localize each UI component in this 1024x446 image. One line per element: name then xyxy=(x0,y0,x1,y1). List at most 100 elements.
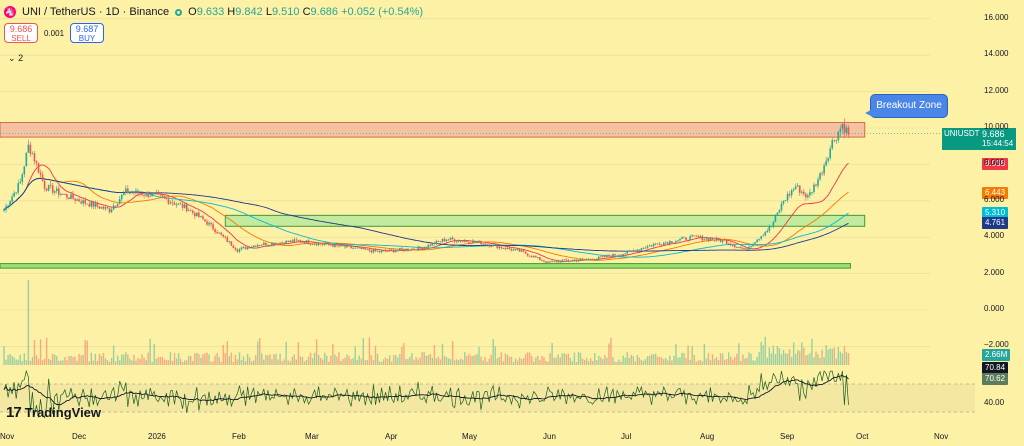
candle xyxy=(612,254,614,258)
candle xyxy=(94,203,97,207)
volume-bar xyxy=(709,360,712,365)
candle xyxy=(711,238,714,240)
volume-bar xyxy=(583,360,586,365)
tradingview-logo[interactable]: 17 TradingView xyxy=(6,404,101,421)
volume-bar xyxy=(646,356,649,365)
volume-bar xyxy=(11,356,13,365)
sell-button[interactable]: 9.686 SELL xyxy=(4,23,38,43)
volume-bar xyxy=(186,360,188,365)
volume-bar xyxy=(372,360,375,365)
volume-bar xyxy=(445,357,448,365)
candle xyxy=(608,255,610,257)
volume-bar xyxy=(734,357,736,365)
candle xyxy=(829,148,832,159)
volume-bar xyxy=(413,359,415,365)
volume-bar xyxy=(592,361,594,365)
volume-bar xyxy=(246,353,249,365)
volume-bar xyxy=(600,357,602,365)
candle xyxy=(774,215,777,222)
candle xyxy=(435,240,438,244)
volume-bar xyxy=(466,355,468,365)
candle xyxy=(565,259,568,261)
candle xyxy=(271,242,273,246)
volume-bar xyxy=(271,359,273,365)
candle xyxy=(382,250,385,252)
volume-bar xyxy=(587,361,590,365)
candle xyxy=(794,186,797,190)
candle xyxy=(476,242,478,243)
candle xyxy=(159,193,162,195)
volume-bar xyxy=(240,359,243,365)
volume-bar xyxy=(242,356,245,365)
candle xyxy=(374,249,377,252)
volume-bar xyxy=(129,358,131,365)
volume-bar xyxy=(92,360,95,365)
volume-bar xyxy=(786,353,789,365)
candle xyxy=(244,247,247,250)
candle xyxy=(526,253,529,256)
candle xyxy=(116,203,119,206)
volume-bar xyxy=(3,346,5,365)
volume-bar xyxy=(23,353,25,365)
volume-bar xyxy=(29,360,32,365)
volume-bar xyxy=(358,355,360,365)
volume-bar xyxy=(167,360,170,365)
candle xyxy=(506,247,509,250)
candle xyxy=(181,204,184,208)
indicators-toggle[interactable]: ⌄ 2 xyxy=(8,53,23,64)
candle xyxy=(512,249,515,251)
volume-bar xyxy=(573,352,576,365)
candle xyxy=(74,198,76,201)
volume-bar xyxy=(131,360,133,365)
candle xyxy=(202,216,204,220)
volume-bar xyxy=(815,351,817,365)
volume-bar xyxy=(391,361,393,365)
candle xyxy=(784,200,787,202)
volume-bar xyxy=(520,358,523,365)
volume-bar xyxy=(492,339,494,365)
y-axis-tick: 2.000 xyxy=(984,267,1005,277)
volume-bar xyxy=(468,353,470,365)
volume-bar xyxy=(693,354,695,365)
candle xyxy=(423,247,426,250)
volume-bar xyxy=(784,353,787,365)
candle xyxy=(45,188,48,191)
candle xyxy=(165,197,168,200)
candle xyxy=(392,249,395,253)
candle xyxy=(652,244,655,247)
candle xyxy=(429,244,432,246)
uniswap-icon: 🦄 xyxy=(4,6,16,18)
volume-bar xyxy=(539,359,541,365)
volume-bar xyxy=(721,353,724,365)
volume-bar xyxy=(723,359,726,365)
candle xyxy=(415,249,417,251)
symbol-title[interactable]: UNI / TetherUS · 1D · Binance xyxy=(22,6,169,18)
volume-bar xyxy=(719,353,722,365)
candle xyxy=(3,209,5,211)
price-chart[interactable] xyxy=(0,0,1024,446)
candle xyxy=(522,250,525,252)
candle xyxy=(819,173,821,180)
volume-bar xyxy=(598,355,600,365)
buy-button[interactable]: 9.687 BUY xyxy=(70,23,105,43)
candle xyxy=(394,250,397,253)
volume-bar xyxy=(788,349,791,365)
volume-bar xyxy=(236,359,239,365)
candle xyxy=(624,253,626,255)
volume-bar xyxy=(281,361,283,365)
volume-bar xyxy=(190,355,192,365)
volume-bar xyxy=(285,341,287,365)
candle xyxy=(595,258,598,260)
volume-bar xyxy=(350,359,352,365)
volume-bar xyxy=(228,356,231,365)
candle xyxy=(591,259,594,261)
volume-bar xyxy=(827,349,829,365)
candle xyxy=(66,194,68,198)
volume-bar xyxy=(269,354,271,365)
breakout-zone-callout[interactable]: Breakout Zone xyxy=(865,94,948,118)
x-axis-tick: Jul xyxy=(621,432,632,441)
volume-bar xyxy=(110,357,113,365)
volume-bar xyxy=(153,344,155,365)
volume-bar xyxy=(401,346,403,365)
candle xyxy=(634,250,637,252)
